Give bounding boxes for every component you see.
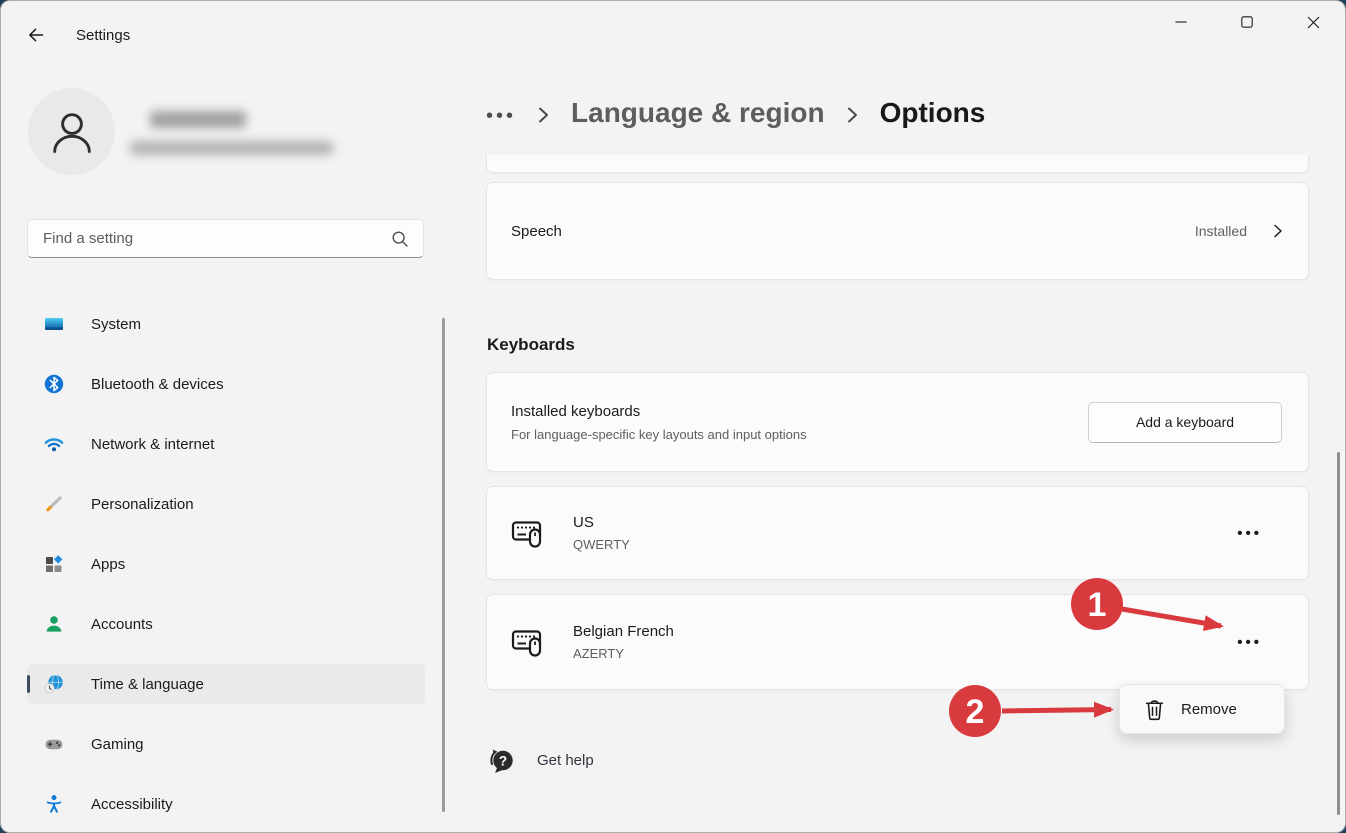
remove-label: Remove — [1181, 701, 1237, 718]
sidebar-item-network-internet[interactable]: Network & internet — [27, 424, 425, 464]
network-icon — [44, 434, 64, 454]
more-options-button-us[interactable]: ••• — [1231, 519, 1268, 548]
search-icon — [391, 230, 409, 248]
accounts-icon — [44, 614, 64, 634]
maximize-button[interactable] — [1214, 1, 1280, 43]
speech-label: Speech — [511, 223, 562, 240]
breadcrumb: ••• Language & region Options — [486, 88, 985, 138]
help-icon: ? — [486, 745, 517, 776]
search-box — [27, 219, 424, 258]
sidebar-item-apps[interactable]: Apps — [27, 544, 425, 584]
breadcrumb-more-button[interactable]: ••• — [486, 99, 516, 128]
user-name-redacted — [150, 111, 246, 128]
system-icon — [44, 314, 64, 334]
selected-indicator — [27, 675, 30, 693]
installed-keyboards-row: Installed keyboards For language-specifi… — [486, 372, 1309, 472]
sidebar-item-label: Time & language — [91, 676, 204, 693]
installed-keyboards-title: Installed keyboards — [511, 403, 807, 420]
more-options-button-belgian-french[interactable]: ••• — [1231, 628, 1268, 657]
accessibility-icon — [44, 794, 64, 814]
sidebar-item-label: Accessibility — [91, 796, 173, 813]
minimize-button[interactable] — [1148, 1, 1214, 43]
remove-menu-item[interactable]: Remove — [1119, 684, 1285, 734]
sidebar-item-accounts[interactable]: Accounts — [27, 604, 425, 644]
gaming-icon — [44, 734, 64, 754]
sidebar-item-label: Accounts — [91, 616, 153, 633]
keyboard-mouse-icon — [511, 516, 547, 550]
chevron-right-icon — [536, 100, 551, 127]
get-help-link[interactable]: ? Get help — [486, 745, 594, 776]
close-icon — [1307, 16, 1320, 29]
keyboard-row-us: US QWERTY ••• — [486, 486, 1309, 580]
settings-window: Settings System — [0, 0, 1346, 833]
sidebar-item-system[interactable]: System — [27, 304, 425, 344]
keyboard-row-belgian-french: Belgian French AZERTY ••• — [486, 594, 1309, 690]
keyboard-layout: QWERTY — [573, 537, 630, 552]
user-avatar[interactable] — [28, 88, 115, 175]
apps-icon — [44, 554, 64, 574]
annotation-step-2: 2 — [949, 685, 1111, 737]
keyboard-mouse-icon — [511, 625, 547, 659]
sidebar-item-label: Apps — [91, 556, 125, 573]
breadcrumb-language-region[interactable]: Language & region — [571, 97, 825, 129]
window-controls — [1148, 1, 1346, 43]
get-help-label: Get help — [537, 752, 594, 769]
sidebar-item-gaming[interactable]: Gaming — [27, 724, 425, 764]
annotation-number-2: 2 — [966, 693, 985, 731]
trash-icon — [1144, 698, 1165, 721]
installed-keyboards-subtitle: For language-specific key layouts and in… — [511, 427, 807, 442]
keyboard-name: US — [573, 514, 630, 531]
sidebar-item-label: Personalization — [91, 496, 194, 513]
sidebar-item-label: Network & internet — [91, 436, 214, 453]
minimize-icon — [1175, 16, 1187, 28]
search-input[interactable] — [41, 229, 391, 248]
chevron-right-icon — [845, 100, 860, 127]
personalization-icon — [44, 494, 64, 514]
svg-text:?: ? — [499, 753, 507, 768]
speech-status: Installed — [1195, 223, 1247, 239]
back-button[interactable] — [16, 16, 56, 54]
back-arrow-icon — [26, 25, 46, 45]
close-button[interactable] — [1280, 1, 1346, 43]
person-icon — [41, 101, 103, 163]
user-email-redacted — [130, 141, 333, 155]
app-title: Settings — [76, 27, 130, 44]
chevron-right-icon — [1272, 221, 1284, 241]
main-scrollbar[interactable] — [1337, 452, 1340, 815]
speech-row[interactable]: Speech Installed — [486, 182, 1309, 280]
sidebar-scrollbar[interactable] — [442, 318, 445, 812]
partial-card — [486, 155, 1309, 173]
sidebar-item-bluetooth-devices[interactable]: Bluetooth & devices — [27, 364, 425, 404]
sidebar-item-label: Gaming — [91, 736, 144, 753]
sidebar-nav: System Bluetooth & devices Network & int… — [27, 304, 425, 833]
keyboards-section-header: Keyboards — [487, 335, 575, 355]
sidebar-item-personalization[interactable]: Personalization — [27, 484, 425, 524]
sidebar-item-time-language[interactable]: Time & language — [27, 664, 425, 704]
add-keyboard-button[interactable]: Add a keyboard — [1088, 402, 1282, 443]
breadcrumb-options: Options — [880, 97, 986, 129]
keyboard-layout: AZERTY — [573, 646, 674, 661]
sidebar-item-accessibility[interactable]: Accessibility — [27, 784, 425, 824]
keyboard-name: Belgian French — [573, 623, 674, 640]
bluetooth-icon — [44, 374, 64, 394]
time-language-icon — [44, 674, 64, 694]
sidebar-item-label: System — [91, 316, 141, 333]
sidebar-item-label: Bluetooth & devices — [91, 376, 224, 393]
maximize-icon — [1241, 16, 1253, 28]
